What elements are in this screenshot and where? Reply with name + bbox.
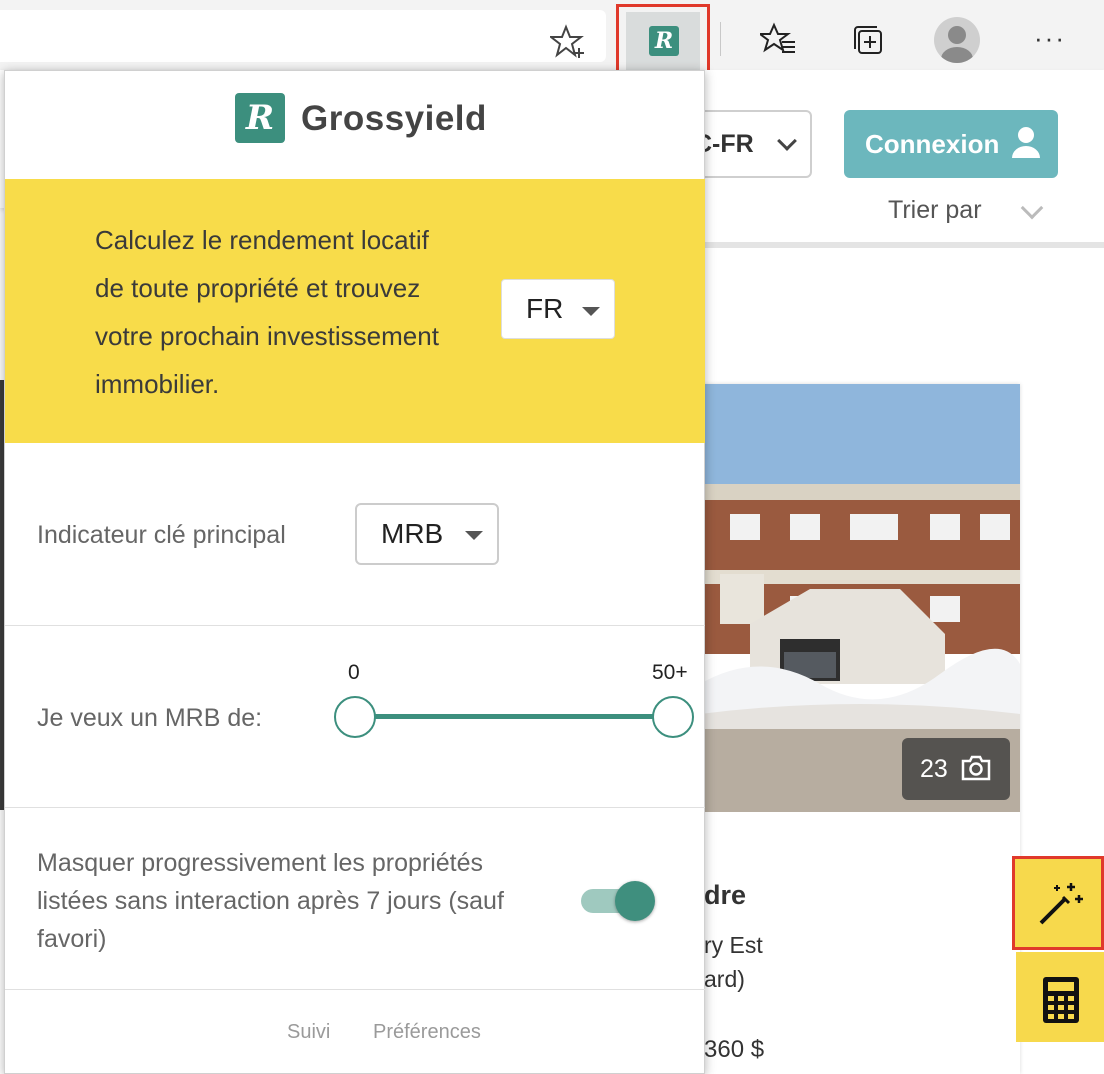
caret-down-icon	[582, 307, 600, 316]
grossyield-popup: R Grossyield Calculez le rendement locat…	[4, 70, 705, 1074]
intro-text-line: immobilier.	[95, 369, 220, 399]
kpi-value: MRB	[381, 518, 444, 549]
grossyield-extension-button[interactable]: R	[616, 4, 710, 76]
range-label: Je veux un MRB de:	[37, 704, 263, 732]
hide-setting-toggle-knob[interactable]	[615, 881, 655, 921]
browser-toolbar: R ···	[0, 0, 1104, 76]
intro-text-line: Calculez le rendement locatif	[95, 225, 429, 255]
listing-address-line2: ard)	[704, 966, 745, 992]
photo-count-value: 23	[920, 755, 948, 783]
chevron-down-icon	[777, 131, 797, 151]
photo-count-badge[interactable]: 23	[902, 738, 1010, 800]
footer-link-preferences[interactable]: Préférences	[373, 1021, 481, 1044]
calculator-icon	[1043, 977, 1079, 1023]
intro-text-line: de toute propriété et trouvez	[95, 273, 421, 303]
listing-address-line1: ry Est	[704, 932, 763, 958]
range-max-label: 50+	[652, 661, 688, 684]
language-value: FR	[526, 293, 564, 324]
profile-icon[interactable]	[934, 17, 980, 63]
listing-price: 360 $	[704, 1036, 765, 1063]
extension-button-background: R	[626, 12, 700, 70]
profile-silhouette-icon	[941, 26, 973, 63]
hide-setting-text-line: listées sans interaction après 7 jours (…	[37, 887, 504, 915]
hide-setting-text-line: Masquer progressivement les propriétés	[37, 849, 484, 877]
section-divider	[5, 807, 705, 808]
collections-icon[interactable]	[850, 22, 886, 58]
sort-label[interactable]: Trier par	[888, 196, 982, 225]
footer-link-suivi[interactable]: Suivi	[287, 1021, 330, 1044]
range-min-label: 0	[348, 661, 360, 684]
more-icon[interactable]: ···	[1030, 18, 1070, 58]
camera-icon	[961, 755, 991, 781]
address-bar[interactable]	[0, 10, 606, 62]
popup-title: Grossyield	[301, 99, 487, 138]
add-favorite-icon[interactable]	[550, 24, 586, 60]
intro-text-line: votre prochain investissement	[95, 321, 439, 351]
grossyield-logo-icon: R	[235, 93, 285, 143]
extension-icon: R	[649, 26, 679, 56]
hide-setting-text-line: favori)	[37, 925, 107, 953]
caret-down-icon	[465, 531, 483, 540]
kpi-dropdown[interactable]: MRB	[355, 503, 499, 565]
range-slider-track[interactable]	[355, 714, 673, 719]
listing-title[interactable]: dre	[704, 880, 746, 911]
range-max-handle[interactable]	[652, 696, 694, 738]
section-divider	[5, 989, 705, 990]
user-icon	[1012, 127, 1040, 158]
language-dropdown[interactable]: FR	[501, 279, 615, 339]
favorites-icon[interactable]	[760, 22, 796, 58]
section-divider	[5, 625, 705, 626]
toolbar-separator	[720, 22, 721, 56]
magic-wand-button[interactable]	[1012, 856, 1104, 950]
login-button[interactable]: Connexion	[844, 110, 1058, 178]
magic-wand-icon	[1039, 883, 1083, 925]
popup-header: R Grossyield	[5, 71, 705, 179]
login-label: Connexion	[865, 129, 1000, 159]
calculator-button[interactable]	[1016, 952, 1104, 1042]
range-min-handle[interactable]	[334, 696, 376, 738]
kpi-label: Indicateur clé principal	[37, 521, 286, 549]
